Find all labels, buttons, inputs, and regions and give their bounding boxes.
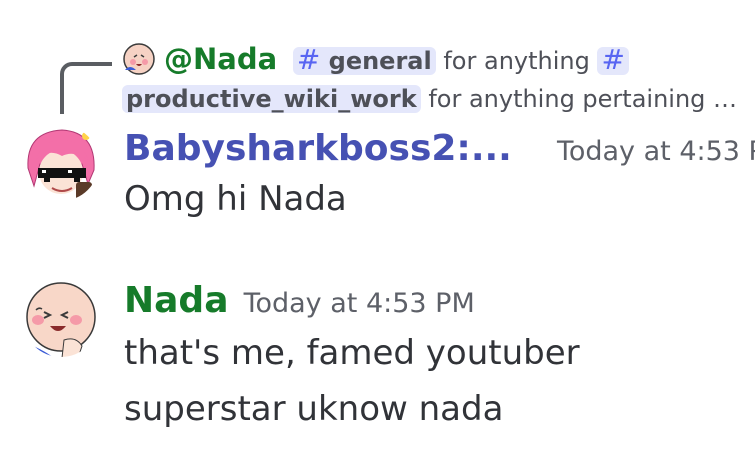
message-timestamp: Today at 4:53 PM bbox=[556, 136, 755, 167]
channel-mention-productive-wiki-work[interactable]: productive_wiki_work bbox=[122, 85, 421, 113]
message-2[interactable]: Nada Today at 4:53 PM that's me, famed y… bbox=[124, 280, 580, 437]
reply-author[interactable]: @Nada bbox=[164, 42, 277, 76]
reply-text-line2: productive_wiki_work for anything pertai… bbox=[122, 80, 742, 118]
hash-icon: # bbox=[601, 43, 625, 76]
message-author[interactable]: Babysharkboss2:... bbox=[124, 128, 512, 169]
message-text-line-1: that's me, famed youtuber bbox=[124, 333, 580, 373]
channel-mention-hash[interactable]: # bbox=[597, 43, 629, 76]
reply-preview[interactable]: @Nada # general for anything # productiv… bbox=[122, 40, 742, 118]
reply-avatar-icon bbox=[122, 42, 156, 76]
hash-icon: # bbox=[296, 43, 321, 76]
reply-connector-line bbox=[60, 62, 112, 114]
channel-mention-general[interactable]: # general bbox=[292, 43, 436, 76]
avatar-nada[interactable] bbox=[22, 280, 100, 358]
message-author[interactable]: Nada bbox=[124, 280, 228, 321]
message-text: Omg hi Nada bbox=[124, 179, 347, 219]
avatar-babysharkboss[interactable] bbox=[22, 124, 100, 202]
message-timestamp: Today at 4:53 PM bbox=[243, 288, 475, 319]
reply-text-continued: for anything pertaining the ... bbox=[428, 85, 742, 113]
reply-text: for anything bbox=[443, 47, 590, 75]
channel-mention-label: general bbox=[328, 47, 432, 75]
message-1[interactable]: Babysharkboss2:... Today at 4:53 PM Omg … bbox=[124, 128, 755, 227]
message-text-line-2: superstar uknow nada bbox=[124, 389, 504, 429]
